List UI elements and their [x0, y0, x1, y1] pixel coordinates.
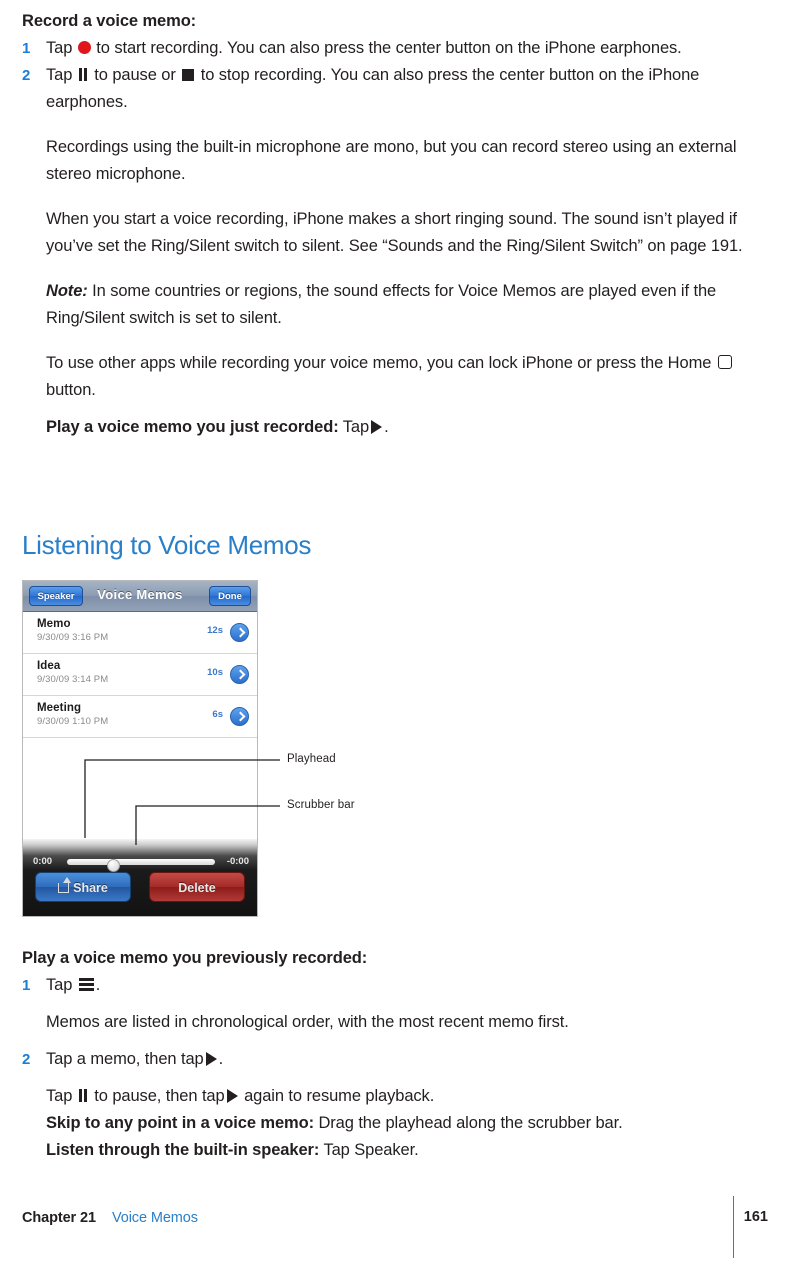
skip-point-line: Skip to any point in a voice memo: Drag … [22, 1110, 768, 1137]
memo-name: Idea [37, 660, 61, 672]
built-in-speaker-label: Listen through the built-in speaker: [46, 1141, 320, 1159]
play-icon [371, 420, 383, 434]
page-title: Listening to Voice Memos [22, 530, 312, 560]
pause-icon [78, 68, 88, 81]
elapsed-time: 0:00 [33, 856, 53, 867]
play-previous-heading: Play a voice memo you previously recorde… [22, 949, 368, 967]
footer-chapter: Chapter 21 [22, 1210, 96, 1226]
playhead-knob[interactable] [107, 858, 120, 872]
memo-date: 9/30/09 1:10 PM [37, 716, 109, 727]
memo-duration: 10s [207, 667, 223, 678]
share-button[interactable]: Share [35, 872, 131, 902]
list-item[interactable]: Memo 9/30/09 3:16 PM 12s [23, 612, 257, 654]
paragraph-mono-stereo: Recordings using the built-in microphone… [46, 138, 737, 183]
built-in-speaker-line: Listen through the built-in speaker: Tap… [22, 1137, 768, 1164]
scrubber-area: 0:00 -0:00 [23, 855, 257, 872]
stop-icon [182, 69, 195, 81]
remaining-time: -0:00 [226, 856, 249, 867]
step-text: Tap [46, 976, 73, 994]
pause-icon [78, 1089, 88, 1102]
record-section: Record a voice memo: 1 Tap to start reco… [22, 8, 768, 441]
footer: Chapter 21 Voice Memos [22, 1210, 198, 1226]
home-button-icon [717, 355, 732, 369]
scrubber-bar[interactable] [67, 858, 215, 872]
player-controls: 0:00 -0:00 Share Delete [23, 839, 257, 916]
other-apps-text-a: To use other apps while recording your v… [46, 354, 712, 372]
chevron-right-icon[interactable] [230, 623, 249, 642]
step-number: 1 [22, 977, 31, 994]
step-text-b: to pause or [94, 66, 176, 84]
voice-memos-screenshot: Speaker Voice Memos Done Memo 9/30/09 3:… [22, 580, 258, 917]
record-step-2: 2 Tap to pause or to stop recording. You… [22, 62, 768, 116]
resume-playback-line: Tap to pause, then tap again to resume p… [22, 1083, 768, 1110]
step-text: Tap a memo, then tap [46, 1050, 204, 1068]
footer-chapter-name[interactable]: Voice Memos [112, 1210, 198, 1226]
done-button[interactable]: Done [209, 586, 251, 606]
memo-date: 9/30/09 3:14 PM [37, 674, 109, 685]
footer-rule [732, 1196, 734, 1258]
scrubber-callout-label: Scrubber bar [287, 799, 355, 811]
list-item[interactable]: Idea 9/30/09 3:14 PM 10s [23, 654, 257, 696]
note-text: In some countries or regions, the sound … [46, 282, 717, 327]
listening-section-header: Listening to Voice Memos [22, 530, 768, 561]
resume-text-b: to pause, then tap [94, 1087, 225, 1105]
play-previous-step-2: 2 Tap a memo, then tap. [22, 1046, 768, 1073]
record-heading: Record a voice memo: [22, 12, 197, 30]
manual-page: Record a voice memo: 1 Tap to start reco… [0, 0, 790, 1276]
step-period: . [218, 1050, 224, 1068]
step-number: 1 [22, 40, 31, 57]
share-icon [58, 877, 71, 893]
step-number: 2 [22, 67, 31, 84]
chronological-note: Memos are listed in chronological order,… [46, 1013, 569, 1031]
play-just-recorded-label: Play a voice memo you just recorded: [46, 418, 339, 436]
memo-list: Memo 9/30/09 3:16 PM 12s Idea 9/30/09 3:… [23, 612, 257, 743]
step-number: 2 [22, 1051, 31, 1068]
play-icon [205, 1052, 217, 1066]
playhead-callout-label: Playhead [287, 753, 336, 765]
chevron-right-icon[interactable] [230, 707, 249, 726]
page-number: 161 [743, 1209, 768, 1225]
note-paragraph: Note: In some countries or regions, the … [22, 278, 768, 332]
memo-date: 9/30/09 3:16 PM [37, 632, 109, 643]
memo-name: Meeting [37, 702, 82, 714]
paragraph-ring-silent: When you start a voice recording, iPhone… [46, 210, 743, 255]
list-icon [78, 978, 94, 991]
delete-button[interactable]: Delete [149, 872, 245, 902]
skip-point-text: Drag the playhead along the scrubber bar… [318, 1114, 623, 1132]
resume-text-c: again to resume playback. [244, 1087, 435, 1105]
step-period: . [95, 976, 101, 994]
record-step-1: 1 Tap to start recording. You can also p… [22, 35, 768, 62]
play-just-recorded-line: Play a voice memo you just recorded: Tap… [22, 414, 768, 441]
resume-text-a: Tap [46, 1087, 73, 1105]
share-button-label: Share [73, 881, 108, 895]
step-text-before: Tap [46, 39, 73, 57]
skip-point-label: Skip to any point in a voice memo: [46, 1114, 314, 1132]
list-item[interactable]: Meeting 9/30/09 1:10 PM 6s [23, 696, 257, 738]
memo-duration: 6s [212, 709, 223, 720]
memo-name: Memo [37, 618, 71, 630]
figure-navbar: Speaker Voice Memos Done [23, 581, 257, 612]
play-icon [226, 1089, 238, 1103]
play-just-recorded-tap: Tap [342, 418, 370, 436]
play-just-recorded-period: . [384, 418, 389, 436]
memo-duration: 12s [207, 625, 223, 636]
empty-list-area [23, 743, 257, 840]
player-button-row: Share Delete [23, 872, 257, 902]
built-in-speaker-text: Tap Speaker. [323, 1141, 419, 1159]
other-apps-text-b: button. [46, 381, 96, 399]
step-text-after: to start recording. You can also press t… [96, 39, 682, 57]
play-previous-step-1: 1 Tap . [22, 972, 768, 999]
note-label: Note: [46, 282, 88, 300]
chevron-right-icon[interactable] [230, 665, 249, 684]
record-icon [77, 41, 91, 54]
paragraph-other-apps: To use other apps while recording your v… [22, 350, 768, 404]
play-previous-section: Play a voice memo you previously recorde… [22, 945, 768, 1164]
step-text-a: Tap [46, 66, 73, 84]
